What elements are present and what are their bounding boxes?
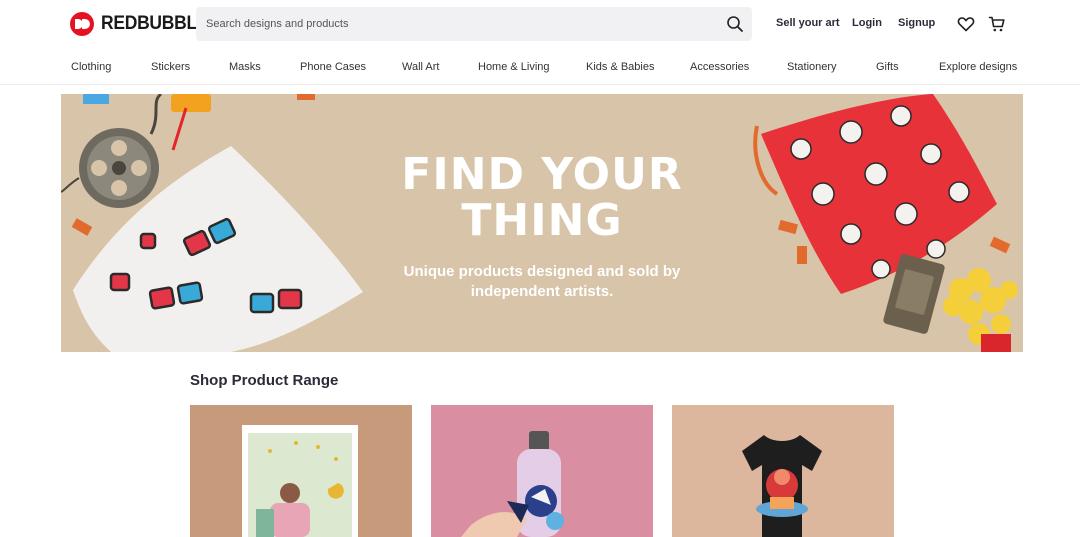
nav-item-home-living[interactable]: Home & Living (478, 61, 550, 73)
nav-item-wall-art[interactable]: Wall Art (402, 61, 440, 73)
t-shirt-image (742, 435, 822, 537)
hero-subtitle: Unique products designed and sold by ind… (61, 262, 1023, 302)
product-card-water-bottle[interactable] (431, 405, 653, 537)
hero-banner[interactable]: FIND YOUR THING Unique products designed… (61, 94, 1023, 352)
login-link[interactable]: Login (852, 17, 882, 29)
nav-item-kids-babies[interactable]: Kids & Babies (586, 61, 654, 73)
product-card-t-shirt[interactable] (672, 405, 894, 537)
product-card-art-print[interactable] (190, 405, 412, 537)
logo-text: REDBUBBLE (101, 13, 209, 34)
heart-icon[interactable] (957, 15, 975, 33)
section-title: Shop Product Range (190, 372, 339, 389)
hero-subtitle-line1: Unique products designed and sold by (403, 263, 681, 280)
top-header: REDBUBBLE Sell your art Login Signup (0, 0, 1080, 48)
hero-subtitle-line2: independent artists. (470, 283, 614, 300)
nav-item-explore-designs[interactable]: Explore designs (939, 61, 1017, 73)
water-bottle-image (461, 431, 564, 537)
hero-title-line1: FIND YOUR (401, 149, 683, 200)
signup-link[interactable]: Signup (898, 17, 935, 29)
hero-title-line2: THING (461, 195, 623, 246)
nav-item-clothing[interactable]: Clothing (71, 61, 111, 73)
sell-your-art-link[interactable]: Sell your art (776, 17, 840, 29)
search-input[interactable] (206, 7, 706, 41)
nav-item-accessories[interactable]: Accessories (690, 61, 749, 73)
nav-item-stickers[interactable]: Stickers (151, 61, 190, 73)
category-nav: Clothing Stickers Masks Phone Cases Wall… (0, 48, 1080, 85)
nav-item-gifts[interactable]: Gifts (876, 61, 899, 73)
art-print-image (242, 425, 358, 537)
nav-item-masks[interactable]: Masks (229, 61, 261, 73)
search-bar (196, 7, 752, 41)
hero-title: FIND YOUR THING (61, 152, 1023, 244)
nav-item-stationery[interactable]: Stationery (787, 61, 837, 73)
cart-icon[interactable] (988, 15, 1006, 33)
logo-mark-icon (70, 12, 94, 36)
search-icon[interactable] (726, 15, 744, 33)
nav-item-phone-cases[interactable]: Phone Cases (300, 61, 366, 73)
